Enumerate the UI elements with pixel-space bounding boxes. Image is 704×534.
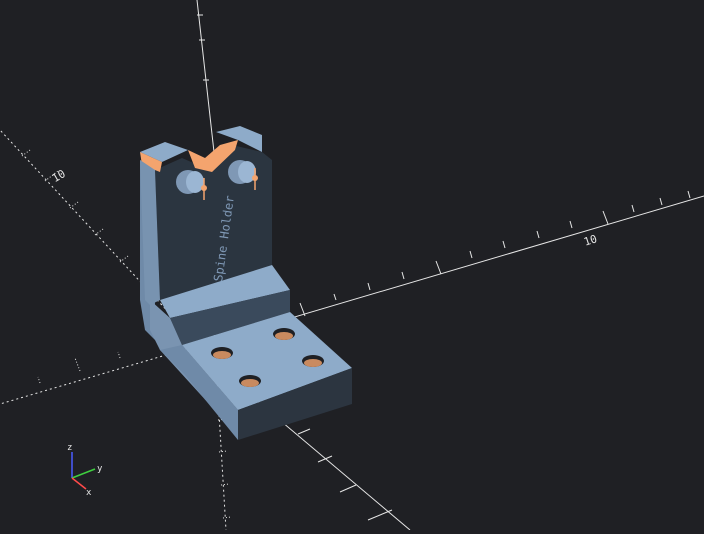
z-axis-positive <box>196 0 215 153</box>
gizmo-y-label: y <box>97 464 103 474</box>
y-neg-tick-label: 10 <box>50 167 68 185</box>
z-neg-ticks <box>217 418 232 519</box>
right-pin-head <box>252 175 258 181</box>
left-boss-face <box>186 171 204 193</box>
left-pin-head <box>201 185 207 191</box>
y-neg-ticks <box>21 149 129 263</box>
gizmo-x-axis <box>71 477 87 490</box>
x-axis-ticks <box>299 190 691 317</box>
3d-viewport[interactable]: 10 10 Spine Holder z y x <box>0 0 704 531</box>
y-pos-ticks <box>297 428 393 521</box>
gizmo-z-label: z <box>67 443 72 453</box>
spine-holder-model[interactable]: Spine Holder <box>140 126 352 440</box>
orientation-gizmo: z y x <box>67 443 103 498</box>
z-pos-ticks <box>197 14 209 81</box>
x-pos-tick-label: 10 <box>582 232 599 248</box>
gizmo-x-label: x <box>86 488 92 498</box>
x-neg-ticks <box>37 351 121 384</box>
gizmo-y-axis <box>71 468 96 479</box>
axes <box>0 0 704 531</box>
